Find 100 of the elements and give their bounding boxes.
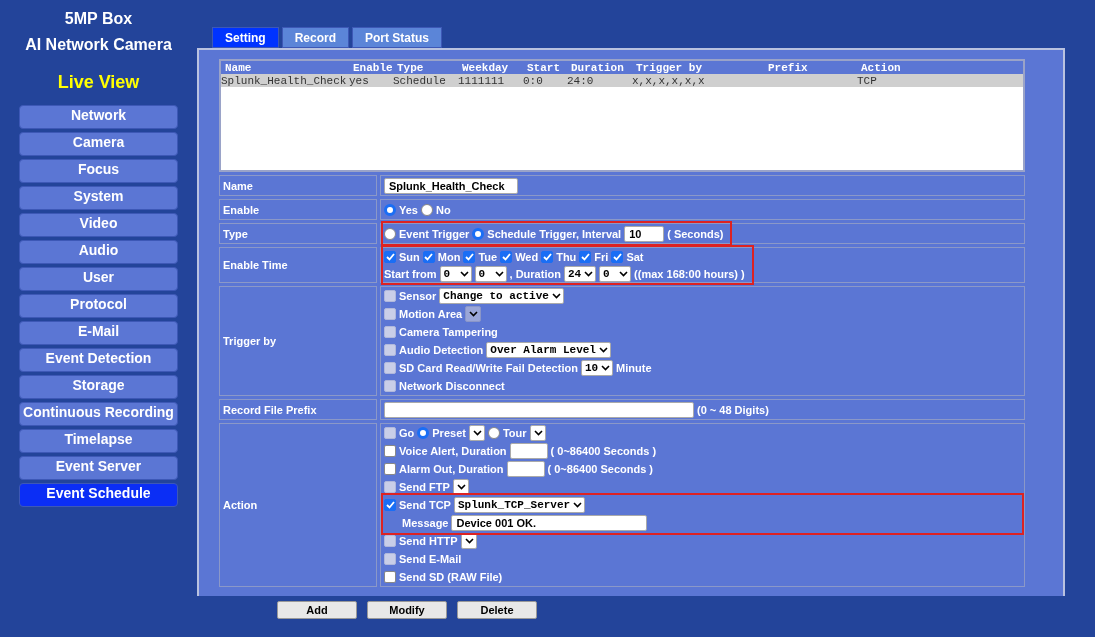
checkbox[interactable] (384, 463, 396, 475)
sidebar-item[interactable]: Continuous Recording (19, 402, 178, 426)
checkbox[interactable] (384, 445, 396, 457)
caret-icon (584, 270, 594, 277)
caret-icon (573, 502, 583, 508)
option-label: Sensor (399, 290, 437, 302)
column-header: Type (396, 61, 425, 74)
tab[interactable]: Setting (212, 27, 279, 48)
product-title: AI Network Camera (25, 36, 172, 54)
sidebar-item[interactable]: Focus (19, 159, 178, 183)
sidebar-item[interactable]: Network (19, 105, 178, 129)
message-field[interactable]: Device 001 OK. (451, 515, 648, 531)
caret-icon (456, 484, 466, 490)
option-label: Voice Alert, Duration (399, 445, 507, 457)
caret-icon (533, 430, 543, 436)
checkbox[interactable] (384, 250, 396, 263)
dropdown[interactable]: 24 (563, 265, 597, 282)
day-label: Sun (399, 250, 420, 263)
action-button[interactable]: Delete (457, 601, 537, 619)
live-view-link[interactable]: Live View (57, 72, 140, 93)
table-cell-text: yes (349, 74, 370, 87)
sidebar-item[interactable]: Event Schedule (19, 483, 178, 507)
duration-field[interactable] (509, 443, 548, 459)
option-label: Event Trigger (399, 227, 470, 240)
column-header: Action (860, 61, 902, 74)
dropdown[interactable]: 0 (439, 265, 472, 282)
option-label: No (435, 203, 451, 216)
checkbox[interactable] (500, 250, 513, 263)
action-button[interactable]: Modify (367, 601, 447, 619)
dropdown[interactable] (529, 425, 546, 441)
dropdown[interactable]: 0 (474, 265, 507, 282)
sidebar-item[interactable]: E-Mail (19, 321, 178, 345)
field-label: Type (219, 223, 377, 244)
radio-button[interactable] (384, 227, 396, 240)
option-label: Send E-Mail (399, 553, 462, 565)
field-label: Action (219, 423, 377, 587)
checkbox[interactable] (422, 250, 435, 263)
dropdown[interactable]: Splunk_TCP_Server (453, 497, 586, 513)
sidebar-item[interactable]: Event Server (19, 456, 178, 480)
caret-icon (472, 430, 482, 436)
day-label: Sat (626, 250, 644, 263)
radio-button[interactable] (472, 227, 485, 240)
sidebar-item[interactable]: Timelapse (19, 429, 178, 453)
column-header: Name (224, 61, 253, 74)
option-label: Preset (432, 427, 466, 439)
option-label: Motion Area (399, 308, 463, 320)
day-label: Tue (478, 250, 498, 263)
option-label: SD Card Read/Write Fail Detection (399, 362, 578, 374)
dropdown[interactable]: 0 (599, 265, 632, 282)
sidebar-item[interactable]: Audio (19, 240, 178, 264)
prefix-field[interactable] (384, 401, 694, 418)
radio-button[interactable] (420, 203, 433, 216)
column-header: Start (526, 61, 561, 74)
option-label: Send TCP (399, 499, 451, 511)
day-label: Thu (556, 250, 577, 263)
checkbox[interactable] (541, 250, 554, 263)
name-field[interactable]: Splunk_Health_Check (384, 177, 518, 194)
table-cell-text: 1111111 (458, 74, 506, 87)
sidebar-item[interactable]: System (19, 186, 178, 210)
tab[interactable]: Record (281, 27, 349, 48)
sidebar-item[interactable]: Storage (19, 375, 178, 399)
sidebar-item[interactable]: Event Detection (19, 348, 178, 372)
dropdown[interactable] (468, 425, 485, 441)
option-label: Send SD (RAW File) (399, 571, 503, 583)
range-note: ( 0~86400 Seconds ) (550, 445, 657, 457)
column-header: Trigger by (635, 61, 703, 74)
sidebar-item[interactable]: Video (19, 213, 178, 237)
list-row[interactable]: Splunk_Health_Check yes Schedule 1111111 0:0 24:0 x,x,x,x,x,x TCP (221, 74, 1023, 87)
checkbox[interactable] (384, 499, 396, 511)
tab[interactable]: Port Status (352, 27, 443, 48)
table-cell-text: 0:0 (523, 74, 544, 87)
sidebar-item[interactable]: Protocol (19, 294, 178, 318)
field-label: Enable Time (219, 247, 377, 283)
sidebar-item[interactable]: Camera (19, 132, 178, 156)
option-label: Send FTP (399, 481, 450, 493)
checkbox[interactable] (384, 571, 396, 583)
column-header: Enable (352, 61, 393, 74)
range-note: ((max 168:00 hours) ) (634, 267, 745, 280)
radio-button[interactable] (384, 203, 396, 216)
interval-field[interactable]: 10 (624, 225, 665, 242)
field-label: Message (402, 517, 449, 529)
option-label: Yes (399, 203, 418, 216)
caret-icon (619, 270, 629, 277)
option-label: Audio Detection (399, 344, 484, 356)
checkbox[interactable] (463, 250, 476, 263)
day-label: Mon (437, 250, 461, 263)
sidebar-item[interactable]: User (19, 267, 178, 291)
action-button[interactable]: Add (277, 601, 357, 619)
unit-label: ( Seconds) (667, 227, 724, 240)
caret-icon (601, 365, 611, 371)
model-title: 5MP Box (64, 10, 133, 28)
checkbox[interactable] (611, 250, 624, 263)
table-cell-text: Splunk_Health_Check (221, 74, 348, 87)
checkbox[interactable] (579, 250, 592, 263)
field-label: Enable (219, 199, 377, 220)
option-label: Go (399, 427, 415, 439)
unit-label: Minute (616, 362, 652, 374)
duration-field[interactable] (506, 461, 545, 477)
table-cell-text: TCP (857, 74, 878, 87)
column-header: Duration (570, 61, 625, 74)
